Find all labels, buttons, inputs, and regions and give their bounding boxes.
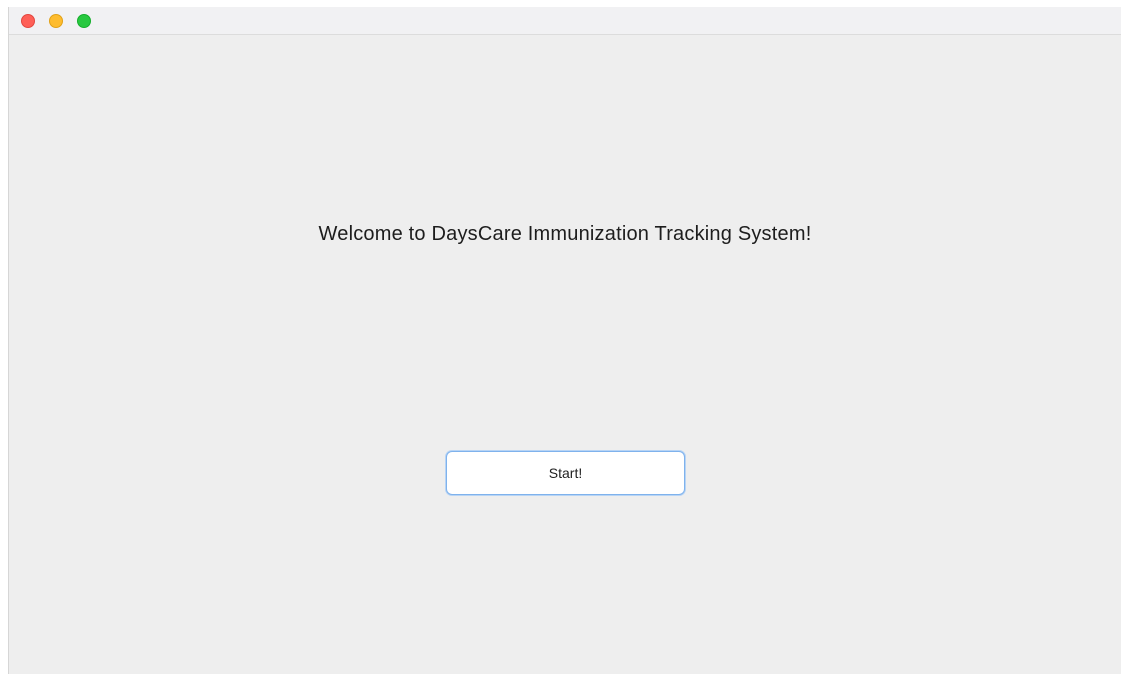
start-button[interactable]: Start! [446,451,685,495]
minimize-icon[interactable] [49,14,63,28]
close-icon[interactable] [21,14,35,28]
welcome-heading: Welcome to DaysCare Immunization Trackin… [318,223,812,245]
title-bar [9,7,1121,35]
app-window: Welcome to DaysCare Immunization Trackin… [8,7,1121,674]
maximize-icon[interactable] [77,14,91,28]
